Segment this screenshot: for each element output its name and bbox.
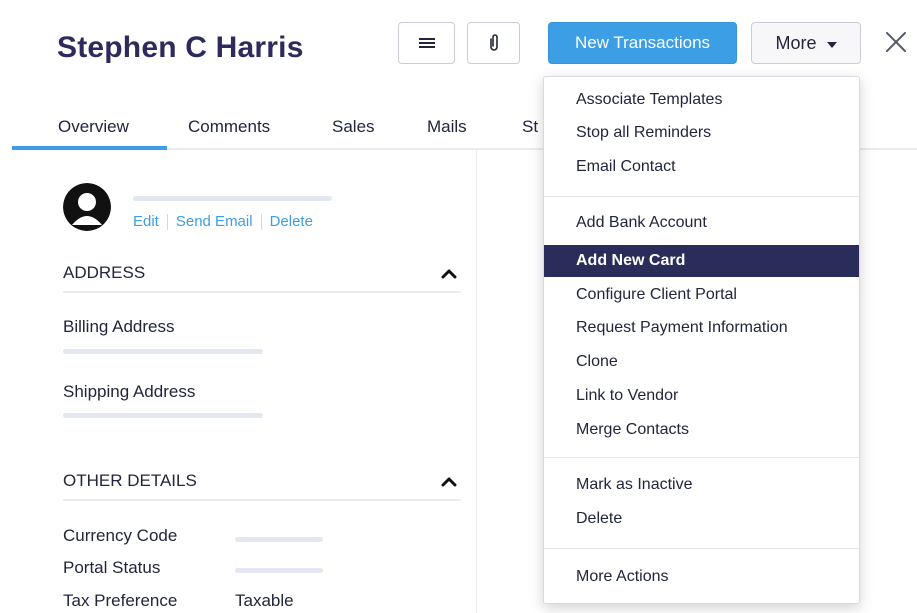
other-details-heading: OTHER DETAILS [63,471,197,490]
tab-mails[interactable]: Mails [427,117,467,137]
attach-button[interactable] [467,22,520,64]
portal-status-placeholder [235,568,323,573]
menu-divider [544,196,859,197]
active-tab-indicator [12,146,167,150]
tab-overview[interactable]: Overview [58,117,129,137]
menu-item-delete[interactable]: Delete [544,503,859,535]
more-button[interactable]: More [751,22,861,64]
page-title: Stephen C Harris [57,31,304,64]
tax-preference-label: Tax Preference [63,591,178,610]
avatar-icon [63,183,111,231]
currency-code-placeholder [235,537,323,542]
delete-link[interactable]: Delete [270,213,313,230]
menu-item-mark-inactive[interactable]: Mark as Inactive [544,469,859,501]
shipping-address-placeholder [63,413,263,418]
divider [260,213,262,230]
close-icon[interactable] [880,28,910,58]
tab-statement[interactable]: St [522,117,538,137]
menu-item-request-payment-info[interactable]: Request Payment Information [544,312,859,344]
portal-status-label: Portal Status [63,558,161,577]
menu-item-stop-reminders[interactable]: Stop all Reminders [544,117,859,149]
address-section-header[interactable]: ADDRESS [63,263,461,293]
menu-item-associate-templates[interactable]: Associate Templates [544,84,859,116]
menu-divider [544,548,859,549]
billing-address-label: Billing Address [63,317,175,336]
currency-code-label: Currency Code [63,526,178,545]
menu-item-configure-client-portal[interactable]: Configure Client Portal [544,279,859,311]
tab-sales[interactable]: Sales [332,117,375,137]
shipping-address-label: Shipping Address [63,382,196,401]
contact-name-placeholder [133,196,332,201]
contact-actions: Edit Send Email Delete [133,213,313,230]
address-heading: ADDRESS [63,263,146,282]
tab-comments[interactable]: Comments [188,117,270,137]
more-button-label: More [775,32,817,53]
chevron-down-icon [826,41,837,48]
tax-preference-value: Taxable [235,591,294,610]
menu-button[interactable] [398,22,455,64]
more-dropdown-menu: Associate Templates Stop all Reminders E… [543,76,860,604]
edit-link[interactable]: Edit [133,213,159,230]
menu-item-merge-contacts[interactable]: Merge Contacts [544,414,859,446]
chevron-up-icon[interactable] [441,267,457,279]
menu-item-email-contact[interactable]: Email Contact [544,151,859,183]
menu-divider [544,457,859,458]
menu-item-add-bank-account[interactable]: Add Bank Account [544,207,859,239]
other-details-section-header[interactable]: OTHER DETAILS [63,471,461,501]
new-transactions-button[interactable]: New Transactions [548,22,737,64]
menu-item-more-actions[interactable]: More Actions [544,561,859,593]
divider [166,213,168,230]
billing-address-placeholder [63,349,263,354]
paperclip-icon [489,34,498,51]
menu-item-link-to-vendor[interactable]: Link to Vendor [544,380,859,412]
chevron-up-icon[interactable] [441,475,457,487]
menu-item-add-new-card[interactable]: Add New Card [544,245,859,277]
send-email-link[interactable]: Send Email [176,213,253,230]
hamburger-icon [418,38,435,48]
menu-item-clone[interactable]: Clone [544,346,859,378]
panel-divider [476,150,477,613]
